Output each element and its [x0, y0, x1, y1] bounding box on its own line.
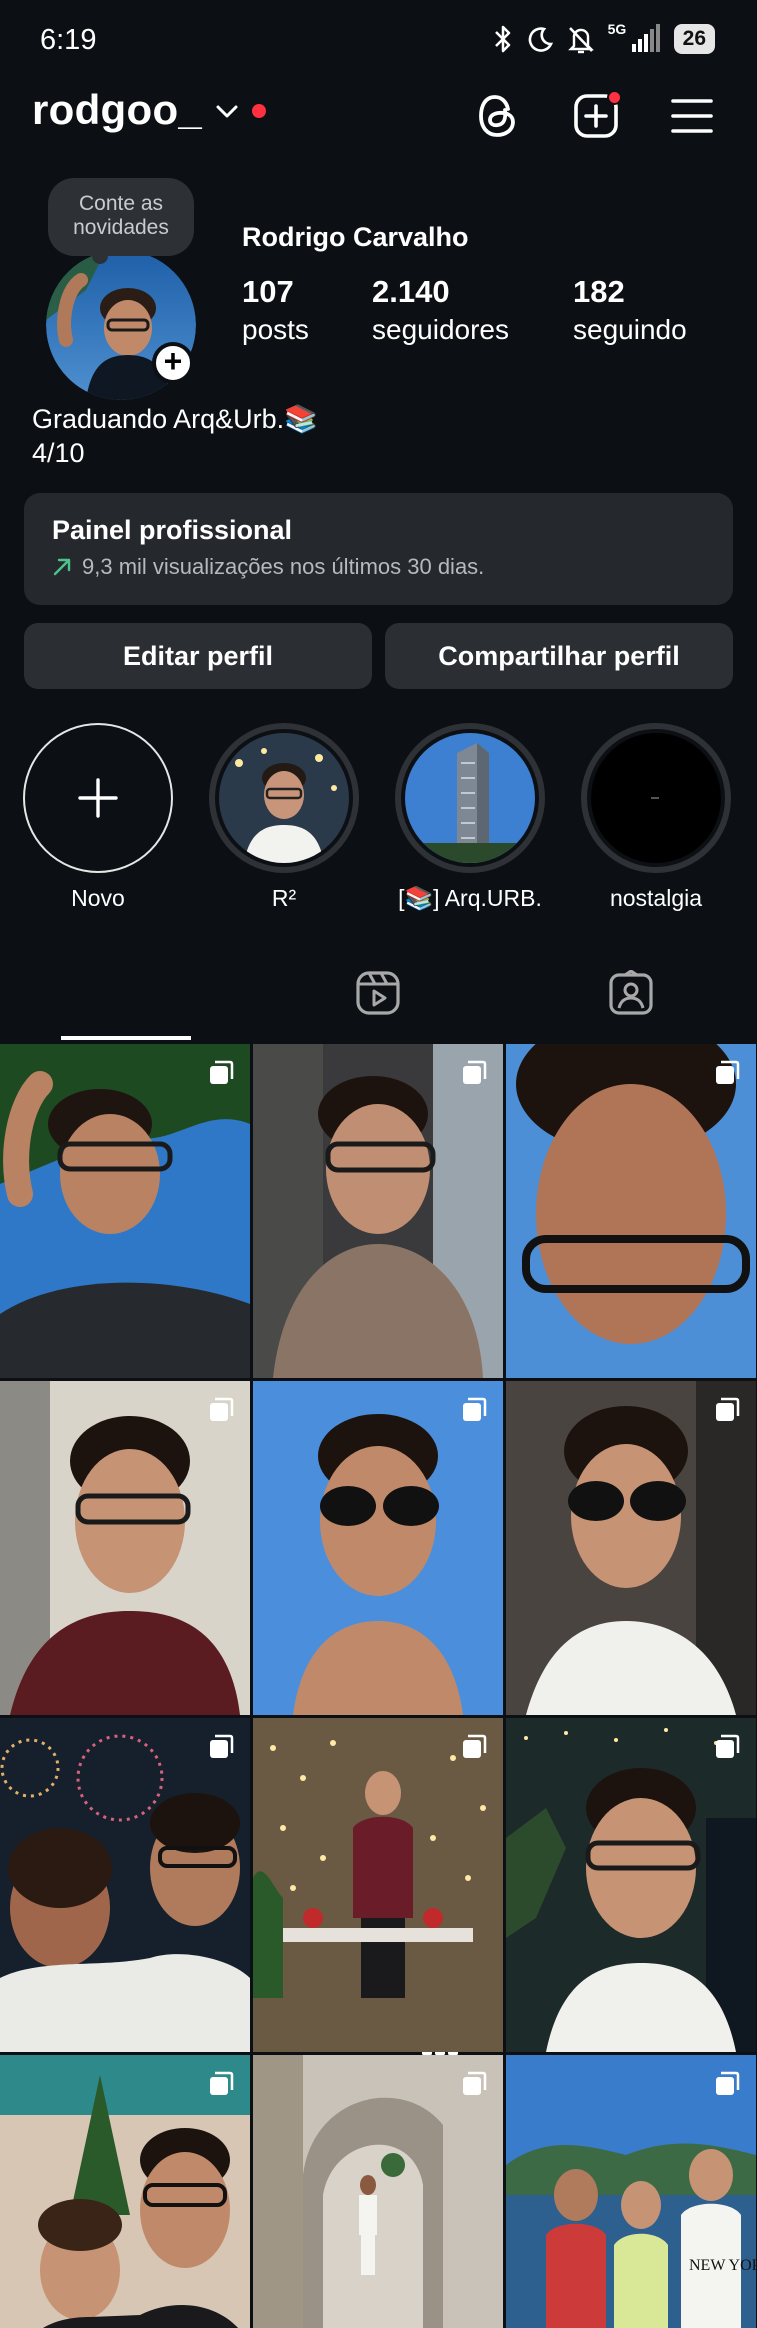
- posts-label: posts: [242, 314, 309, 345]
- trend-up-icon: [53, 558, 71, 576]
- grid-post[interactable]: [506, 1381, 756, 1715]
- battery-indicator: 26: [673, 24, 715, 54]
- reels-icon: [356, 971, 400, 1015]
- create-icon[interactable]: [570, 90, 622, 142]
- tagged-icon: [609, 970, 653, 1015]
- pro-panel-subtitle: 9,3 mil visualizações nos últimos 30 dia…: [82, 554, 485, 579]
- highlight-label: nostalgia: [609, 885, 703, 911]
- status-bar: 6:19 5G 26: [0, 0, 757, 80]
- grid-post[interactable]: [253, 1381, 503, 1715]
- highlight-cover: [405, 733, 535, 863]
- svg-text:NEW YORK: NEW YORK: [689, 2257, 756, 2274]
- grid-post[interactable]: NEW YORK: [506, 2055, 756, 2328]
- profile-tabs: [0, 944, 757, 2055]
- signal-icon: 5G: [608, 21, 662, 54]
- bell-off-icon: [567, 27, 594, 54]
- carousel-icon: [463, 2071, 487, 2095]
- highlight-arq-urb[interactable]: [📚] Arq.URB.: [394, 723, 546, 912]
- display-name: Rodrigo Carvalho: [242, 222, 469, 252]
- carousel-icon: [716, 1060, 740, 1084]
- threads-icon[interactable]: [472, 90, 524, 142]
- highlight-label: Novo: [71, 885, 125, 911]
- grid-post[interactable]: [253, 1718, 503, 2052]
- bluetooth-icon: [494, 25, 510, 53]
- highlight-new[interactable]: Novo: [22, 723, 174, 912]
- carousel-icon: [716, 1734, 740, 1758]
- profile-header: rodgoo_: [0, 80, 757, 152]
- carousel-icon: [210, 2071, 234, 2095]
- highlight-ring: [209, 723, 359, 873]
- highlight-ring: [395, 723, 545, 873]
- status-icons: 5G 26: [492, 21, 715, 54]
- carousel-icon: [463, 1734, 487, 1758]
- chevron-down-icon[interactable]: [214, 102, 240, 122]
- grid-post[interactable]: [0, 1718, 250, 2052]
- pro-panel-title: Painel profissional: [52, 515, 293, 545]
- highlight-label: R²: [271, 885, 297, 911]
- grid-post[interactable]: [506, 1044, 756, 1378]
- bio: Graduando Arq&Urb.📚 4/10: [32, 402, 318, 470]
- following-label: seguindo: [573, 314, 687, 345]
- create-notification-dot: [607, 90, 622, 105]
- carousel-icon: [210, 1060, 234, 1084]
- add-story-button[interactable]: +: [152, 342, 194, 384]
- grid-post[interactable]: [0, 2055, 250, 2328]
- share-profile-button[interactable]: Compartilhar perfil: [385, 623, 733, 689]
- tab-reels[interactable]: [313, 944, 443, 1042]
- username[interactable]: rodgoo_: [32, 86, 202, 134]
- grid-post[interactable]: [253, 2055, 503, 2328]
- active-tab-indicator: [61, 1036, 191, 1040]
- carousel-icon: [716, 2071, 740, 2095]
- plus-icon: [78, 778, 118, 818]
- grid-post[interactable]: [253, 1044, 503, 1378]
- tab-tagged[interactable]: [566, 944, 696, 1042]
- pro-panel-subtitle-row: 9,3 mil visualizações nos últimos 30 dia…: [52, 554, 705, 580]
- followers-label: seguidores: [372, 314, 509, 345]
- highlight-ring: [581, 723, 731, 873]
- grid-post[interactable]: [0, 1044, 250, 1378]
- highlight-cover: [219, 733, 349, 863]
- highlight-r2[interactable]: R²: [208, 723, 360, 912]
- carousel-icon: [210, 1734, 234, 1758]
- following-count: 182: [573, 274, 625, 309]
- highlight-label: [📚] Arq.URB.: [398, 885, 542, 911]
- highlight-cover: [591, 733, 721, 863]
- bio-line: Graduando Arq&Urb.📚: [32, 404, 318, 434]
- menu-icon[interactable]: [666, 90, 718, 142]
- posts-stat[interactable]: 107 posts: [242, 272, 309, 348]
- carousel-icon: [463, 1060, 487, 1084]
- profile-screen: 6:19 5G 26 rodgoo_ Conte as novidades + …: [0, 0, 757, 2328]
- followers-stat[interactable]: 2.140 seguidores: [372, 272, 509, 348]
- carousel-icon: [463, 1397, 487, 1421]
- account-notification-dot: [252, 104, 266, 118]
- moon-icon: [528, 27, 553, 52]
- followers-count: 2.140: [372, 274, 450, 309]
- grid-post[interactable]: [0, 1381, 250, 1715]
- carousel-icon: [210, 1397, 234, 1421]
- edit-profile-button[interactable]: Editar perfil: [24, 623, 372, 689]
- avatar-container[interactable]: +: [46, 250, 196, 400]
- carousel-icon: [716, 1397, 740, 1421]
- posts-count: 107: [242, 274, 294, 309]
- grid-post[interactable]: [506, 1718, 756, 2052]
- note-bubble[interactable]: Conte as novidades: [48, 178, 194, 264]
- status-time: 6:19: [40, 24, 97, 56]
- highlight-ring: [23, 723, 173, 873]
- professional-dashboard[interactable]: Painel profissional 9,3 mil visualizaçõe…: [24, 493, 733, 605]
- following-stat[interactable]: 182 seguindo: [573, 272, 687, 348]
- highlight-nostalgia[interactable]: nostalgia: [580, 723, 732, 912]
- bio-line: 4/10: [32, 438, 85, 468]
